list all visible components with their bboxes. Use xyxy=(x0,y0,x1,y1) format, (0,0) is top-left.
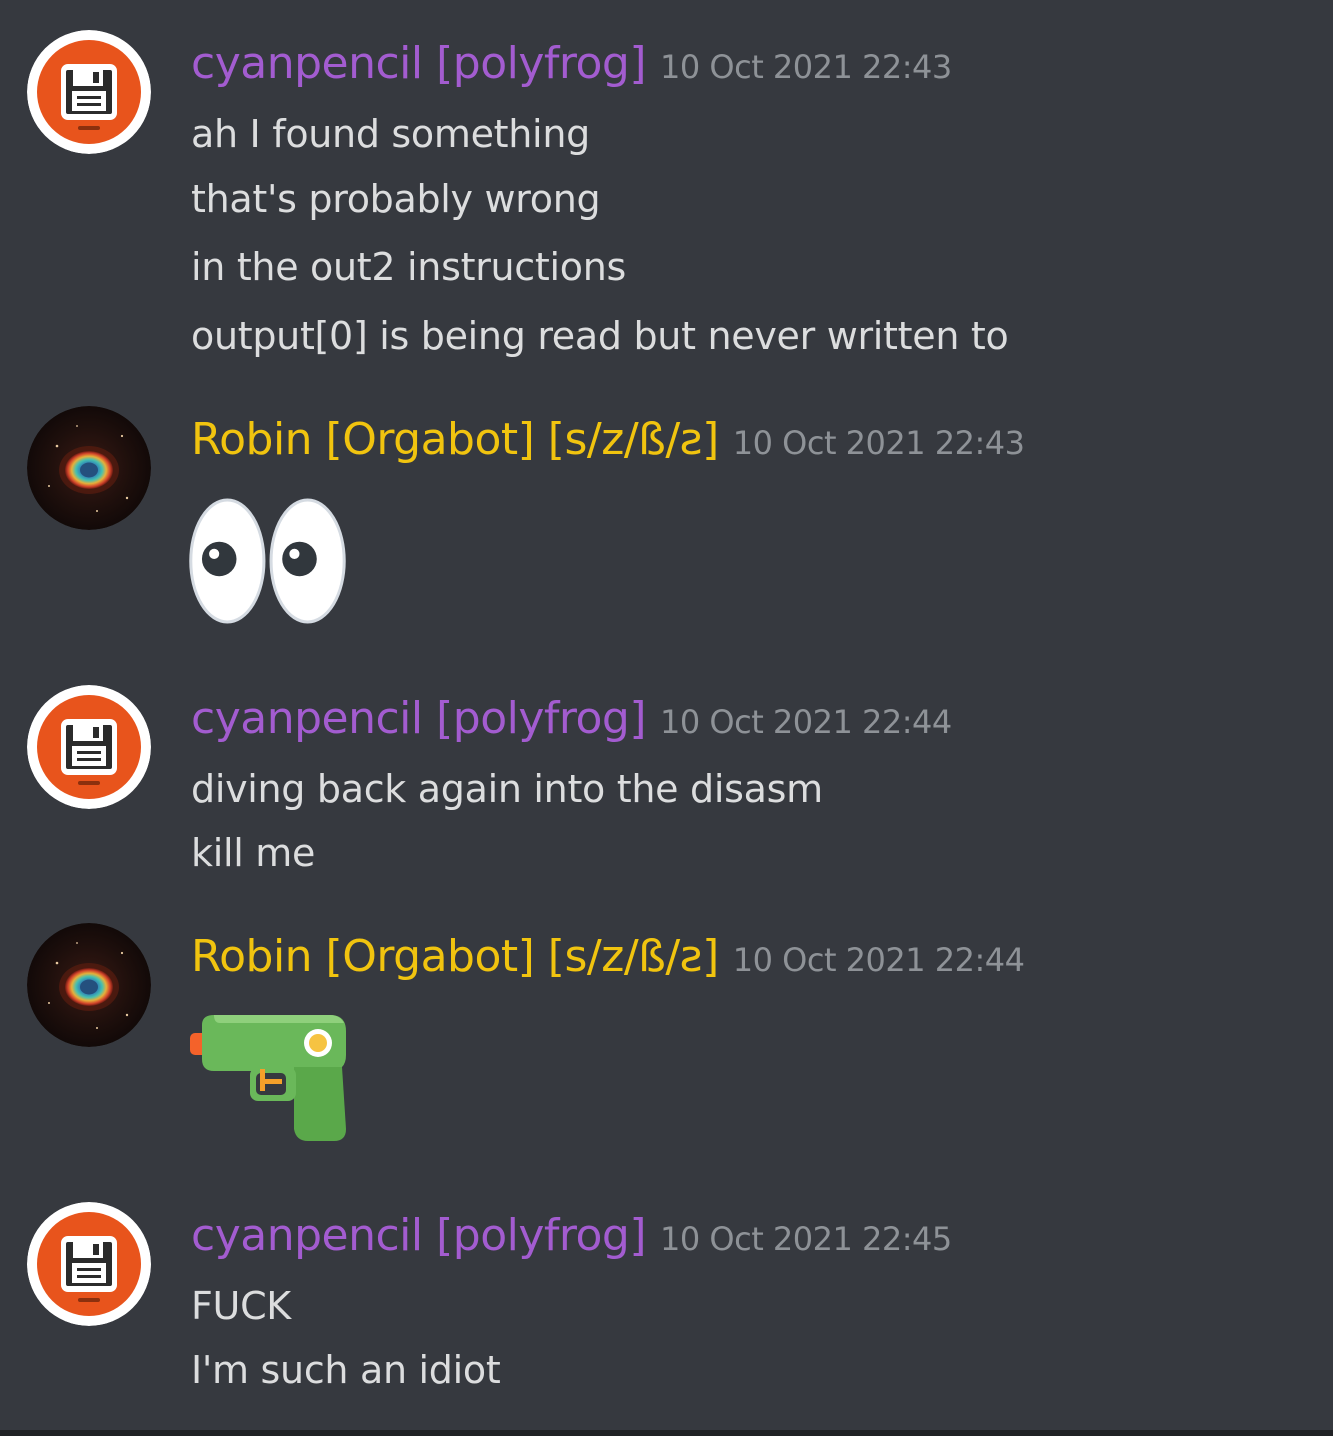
floppy-disk-icon xyxy=(27,1202,151,1326)
author-name[interactable]: cyanpencil [polyfrog] xyxy=(191,38,647,89)
message-text: output[0] is being read but never writte… xyxy=(191,314,1009,358)
message-header: cyanpencil [polyfrog] 10 Oct 2021 22:44 xyxy=(191,693,952,744)
message-header: Robin [Orgabot] [s/z/ß/ƨ] 10 Oct 2021 22:… xyxy=(191,414,1025,465)
nebula-eye-icon xyxy=(27,923,151,1047)
avatar[interactable] xyxy=(27,406,151,530)
floppy-disk-icon xyxy=(27,685,151,809)
message-text: ah I found something xyxy=(191,112,590,156)
chat-log: cyanpencil [polyfrog] 10 Oct 2021 22:43 a… xyxy=(0,0,1333,1436)
nebula-eye-icon xyxy=(27,406,151,530)
message-text: FUCK xyxy=(191,1284,291,1328)
floppy-disk-icon xyxy=(27,30,151,154)
timestamp: 10 Oct 2021 22:45 xyxy=(660,1220,952,1258)
message-header: cyanpencil [polyfrog] 10 Oct 2021 22:45 xyxy=(191,1210,952,1261)
eyes-emoji[interactable] xyxy=(188,498,348,628)
avatar[interactable] xyxy=(27,30,151,154)
message-text: kill me xyxy=(191,831,316,875)
message-text: diving back again into the disasm xyxy=(191,767,823,811)
author-name[interactable]: cyanpencil [polyfrog] xyxy=(191,1210,647,1261)
message-text: in the out2 instructions xyxy=(191,245,626,289)
author-name[interactable]: cyanpencil [polyfrog] xyxy=(191,693,647,744)
water-pistol-emoji[interactable] xyxy=(188,1011,350,1147)
message-text: I'm such an idiot xyxy=(191,1348,501,1392)
avatar[interactable] xyxy=(27,923,151,1047)
author-name[interactable]: Robin [Orgabot] [s/z/ß/ƨ] xyxy=(191,931,719,982)
message-text: that's probably wrong xyxy=(191,177,601,221)
timestamp: 10 Oct 2021 22:44 xyxy=(732,941,1025,979)
message-header: cyanpencil [polyfrog] 10 Oct 2021 22:43 xyxy=(191,38,952,89)
message-header: Robin [Orgabot] [s/z/ß/ƨ] 10 Oct 2021 22:… xyxy=(191,931,1025,982)
author-name[interactable]: Robin [Orgabot] [s/z/ß/ƨ] xyxy=(191,414,719,465)
timestamp: 10 Oct 2021 22:43 xyxy=(660,48,952,86)
bottom-edge xyxy=(0,1430,1333,1436)
avatar[interactable] xyxy=(27,1202,151,1326)
avatar[interactable] xyxy=(27,685,151,809)
timestamp: 10 Oct 2021 22:43 xyxy=(732,424,1025,462)
timestamp: 10 Oct 2021 22:44 xyxy=(660,703,952,741)
